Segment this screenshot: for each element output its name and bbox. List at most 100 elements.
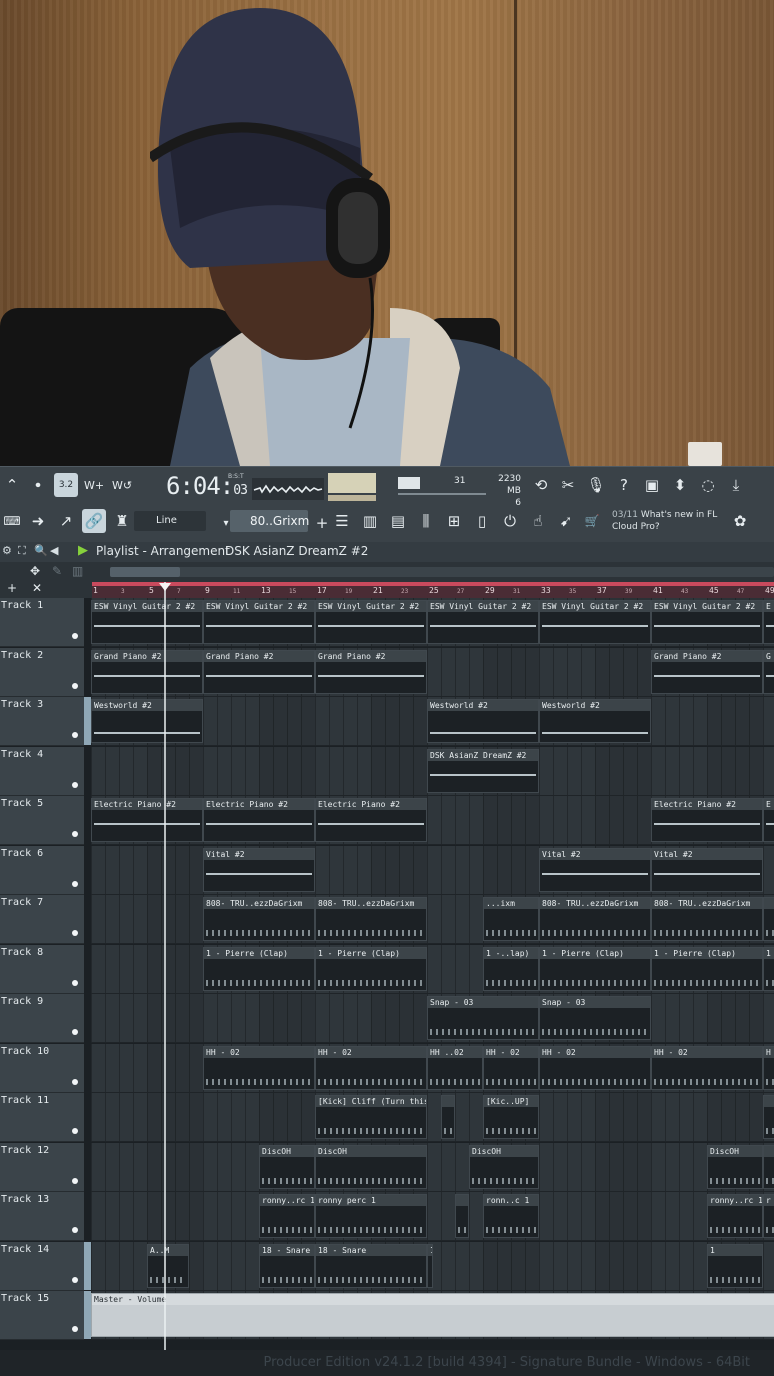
- track-header[interactable]: Track 4: [0, 746, 84, 796]
- playlist-clip[interactable]: 1: [707, 1243, 763, 1288]
- undo-icon[interactable]: ⟲: [529, 473, 553, 497]
- track-mute-button[interactable]: [72, 732, 78, 738]
- playlist-clip[interactable]: H: [763, 1045, 774, 1090]
- track-mute-button[interactable]: [72, 1029, 78, 1035]
- piano-roll-icon[interactable]: ▥: [358, 509, 382, 533]
- playlist-clip[interactable]: Snap - 03: [539, 996, 651, 1040]
- playhead[interactable]: [164, 582, 166, 1352]
- playlist-clip[interactable]: Electric Piano #2: [651, 798, 763, 842]
- playlist-clip[interactable]: 1 - Pierre (Clap): [539, 946, 651, 991]
- wait-input-icon[interactable]: ⏺: [26, 473, 50, 497]
- playlist-clip[interactable]: ESW Vinyl Guitar 2 #2: [427, 600, 539, 644]
- plugin-icon[interactable]: ⏻: [498, 509, 522, 533]
- playlist-clip[interactable]: 18 - Snare: [315, 1243, 427, 1288]
- scrollbar-thumb[interactable]: [110, 567, 180, 577]
- playlist-icon[interactable]: ☰: [330, 509, 354, 533]
- fit-icon[interactable]: ⛶: [18, 544, 26, 558]
- help-icon[interactable]: ?: [612, 473, 636, 497]
- playlist-clip[interactable]: [455, 1194, 469, 1238]
- playlist-clip[interactable]: Electric Piano #2: [91, 798, 203, 842]
- playlist-clip[interactable]: E: [763, 600, 774, 644]
- loop-record-icon[interactable]: W↺: [110, 473, 134, 497]
- playlist-clip[interactable]: Westworld #2: [427, 699, 539, 743]
- playlist-clip[interactable]: ronny perc 1: [315, 1194, 427, 1238]
- playlist-clip[interactable]: 808- TRU..ezzDaGrixm: [539, 897, 651, 941]
- playlist-clip[interactable]: ronny..rc 1: [259, 1194, 315, 1238]
- track-mute-button[interactable]: [72, 1276, 78, 1283]
- zoom-icon[interactable]: 🔍: [34, 544, 48, 557]
- playlist-clip[interactable]: 1 - Pierre (Clap): [651, 946, 763, 991]
- news-panel[interactable]: 03/11 What's new in FL Cloud Pro?: [612, 509, 730, 533]
- link-icon[interactable]: 🔗: [82, 509, 106, 533]
- track-lane[interactable]: Electric Piano #2 Electric Piano #2 Electr…: [91, 796, 774, 845]
- track-mute-button[interactable]: [72, 930, 78, 936]
- track-header[interactable]: Track 9: [0, 994, 84, 1043]
- playlist-clip[interactable]: [763, 1095, 774, 1139]
- close-icon[interactable]: ✕: [32, 581, 42, 595]
- playlist-clip[interactable]: Grand Piano #2: [203, 649, 315, 694]
- track-lane[interactable]: [Kick] Cliff (Turn this UP) [Kic..UP]: [91, 1093, 774, 1142]
- piano-icon[interactable]: ▥: [72, 564, 83, 578]
- track-header[interactable]: Track 5: [0, 796, 84, 845]
- cart-icon[interactable]: 🛒: [580, 509, 604, 533]
- playlist-clip[interactable]: 18 - Snare: [259, 1243, 315, 1288]
- playlist-clip[interactable]: Grand Piano #2: [91, 649, 203, 694]
- track-lane[interactable]: Snap - 03 Snap - 03: [91, 994, 774, 1043]
- track-lane[interactable]: Grand Piano #2 Grand Piano #2 Grand Piano …: [91, 647, 774, 697]
- arrow-right-icon[interactable]: ➜: [26, 509, 50, 533]
- track-lane[interactable]: 1 - Pierre (Clap) 1 - Pierre (Clap) 1 -..l…: [91, 944, 774, 994]
- plugin-picker-icon[interactable]: ⊞: [442, 509, 466, 533]
- download-icon[interactable]: ⤓: [724, 473, 748, 497]
- playlist-clip[interactable]: G: [763, 649, 774, 694]
- playlist-clip[interactable]: ESW Vinyl Guitar 2 #2: [651, 600, 763, 644]
- playlist-clip[interactable]: Westworld #2: [539, 699, 651, 743]
- playlist-clip[interactable]: [441, 1095, 455, 1139]
- playlist-clip[interactable]: Grand Piano #2: [651, 649, 763, 694]
- track-header[interactable]: Track 8: [0, 944, 84, 994]
- playlist-clip[interactable]: Electric Piano #2: [203, 798, 315, 842]
- typing-keyboard-icon[interactable]: ⌨: [0, 509, 24, 533]
- playlist-clip[interactable]: ESW Vinyl Guitar 2 #2: [315, 600, 427, 644]
- pencil-icon[interactable]: ✎: [52, 564, 62, 578]
- playlist-clip[interactable]: Master - Volume: [91, 1293, 774, 1337]
- playlist-clip[interactable]: HH - 02: [315, 1045, 427, 1090]
- playlist-clip[interactable]: DiscOH: [707, 1144, 763, 1189]
- playlist-clip[interactable]: 808- TRU..ezzDaGrixm: [651, 897, 763, 941]
- track-header[interactable]: Track 10: [0, 1043, 84, 1093]
- mixer-icon[interactable]: ⫼: [414, 509, 438, 533]
- playlist-clip[interactable]: Vital #2: [651, 847, 763, 892]
- track-lane[interactable]: DiscOH DiscOH DiscOH DiscOH: [91, 1142, 774, 1192]
- track-header[interactable]: Track 7: [0, 895, 84, 944]
- speaker-icon[interactable]: ◀: [50, 544, 58, 557]
- track-lane[interactable]: ESW Vinyl Guitar 2 #2 ESW Vinyl Guitar 2 …: [91, 598, 774, 647]
- playlist-clip[interactable]: ESW Vinyl Guitar 2 #2: [539, 600, 651, 644]
- playlist-clip[interactable]: r: [763, 1194, 774, 1238]
- track-lane[interactable]: ronny..rc 1 ronny perc 1 ronn..c 1 ronny..r…: [91, 1192, 774, 1241]
- playlist-clip[interactable]: A..M: [147, 1243, 189, 1288]
- playlist-clip[interactable]: ronn..c 1: [483, 1194, 539, 1238]
- playlist-clip[interactable]: ...ixm: [483, 897, 539, 941]
- countdown-icon[interactable]: 3.2: [54, 473, 78, 497]
- playlist-clip[interactable]: [Kic..UP]: [483, 1095, 539, 1139]
- playlist-clip[interactable]: Vital #2: [539, 847, 651, 892]
- track-header[interactable]: Track 3: [0, 697, 91, 746]
- track-lane[interactable]: Master - Volume: [91, 1291, 774, 1340]
- playlist-clip[interactable]: 18 - Snare: [427, 1243, 433, 1288]
- track-header[interactable]: Track 14: [0, 1241, 91, 1291]
- track-mute-button[interactable]: [72, 880, 78, 887]
- draw-icon[interactable]: ↗: [54, 509, 78, 533]
- playlist-clip[interactable]: 1 -..lap): [483, 946, 539, 991]
- track-mute-button[interactable]: [72, 979, 78, 986]
- playlist-title[interactable]: Playlist - Arrangement: [96, 544, 230, 558]
- track-mute-button[interactable]: [72, 682, 78, 689]
- playlist-clip[interactable]: 1: [763, 946, 774, 991]
- playlist-clip[interactable]: DiscOH: [469, 1144, 539, 1189]
- playlist-clip[interactable]: DiscOH: [259, 1144, 315, 1189]
- track-lane[interactable]: 808- TRU..ezzDaGrixm 808- TRU..ezzDaGrixm…: [91, 895, 774, 944]
- track-mute-button[interactable]: [72, 781, 78, 788]
- playlist-clip[interactable]: Snap - 03: [427, 996, 539, 1040]
- arrangement-name[interactable]: DSK AsianZ DreamZ #2: [225, 544, 368, 558]
- playlist-clip[interactable]: Grand Piano #2: [315, 649, 427, 694]
- tempo-tapper-icon[interactable]: ➹: [554, 509, 578, 533]
- playlist-clip[interactable]: E: [763, 798, 774, 842]
